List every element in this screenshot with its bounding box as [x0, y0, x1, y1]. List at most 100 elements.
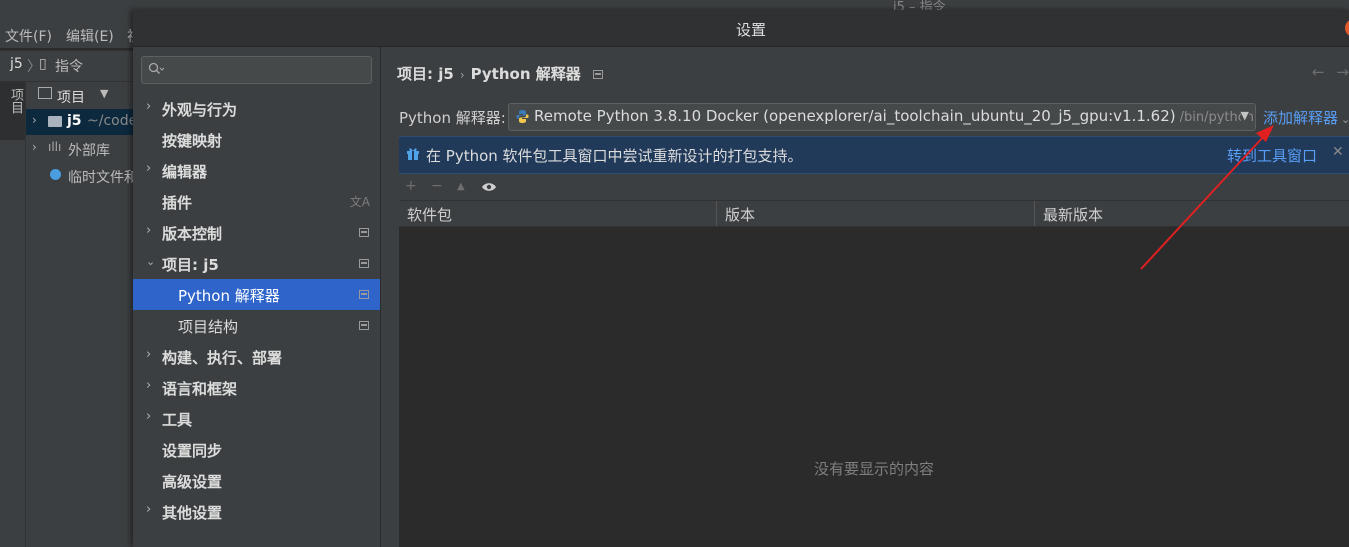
scratch-icon — [50, 169, 61, 180]
project-scope-icon — [359, 290, 369, 299]
menu-edit[interactable]: 编辑(E) — [66, 26, 114, 46]
tool-window-tab-label: 项目 — [8, 88, 23, 114]
project-pane-header[interactable]: 项目 ▼ — [26, 82, 136, 108]
close-icon[interactable]: ✕ — [1332, 144, 1344, 160]
menu-bar: 文件(F) 编辑(E) 视 — [0, 22, 141, 48]
remove-icon[interactable]: − — [431, 178, 443, 194]
chevron-right-icon: › — [146, 99, 152, 114]
nav-label: 项目: j5 — [162, 256, 219, 274]
chevron-right-icon: › — [146, 161, 152, 176]
window-icon — [38, 87, 52, 99]
settings-dialog: 设置 › 外观与行为 按键映射 › 编辑器 插件 文A › 版本控制 ⌄ 项目:… — [133, 10, 1349, 547]
banner-link[interactable]: 转到工具窗口 — [1227, 145, 1317, 166]
history-navigation: ← → — [1300, 63, 1349, 81]
nav-label: 构建、执行、部署 — [162, 349, 283, 367]
forward-arrow-icon[interactable]: → — [1336, 63, 1349, 81]
chevron-right-icon: › — [146, 223, 152, 238]
nav-appearance[interactable]: › 外观与行为 — [133, 93, 380, 124]
column-header-version[interactable]: 版本 — [717, 201, 1035, 226]
dialog-title: 设置 — [735, 21, 766, 39]
tree-label: 外部库 — [68, 143, 110, 159]
folder-icon — [48, 116, 62, 127]
nav-label: 版本控制 — [162, 225, 223, 243]
project-scope-icon — [359, 321, 369, 330]
dialog-title-bar: 设置 — [133, 10, 1349, 47]
tree-row-j5[interactable]: › j5 ~/code — [26, 109, 136, 135]
nav-file[interactable]: 指令 — [55, 56, 83, 76]
nav-python-interpreter[interactable]: Python 解释器 — [133, 279, 380, 310]
project-pane-title: 项目 — [57, 90, 85, 106]
back-arrow-icon[interactable]: ← — [1312, 63, 1325, 81]
upgrade-icon[interactable]: ▲ — [457, 181, 465, 192]
library-icon: ıllı — [48, 140, 62, 154]
settings-sidebar: › 外观与行为 按键映射 › 编辑器 插件 文A › 版本控制 ⌄ 项目: j5… — [133, 47, 381, 547]
nav-label: 外观与行为 — [162, 101, 238, 119]
tree-hint: ~/code — [87, 113, 136, 129]
add-icon[interactable]: + — [405, 178, 417, 194]
nav-settings-sync[interactable]: 设置同步 — [133, 434, 380, 465]
chevron-right-icon: › — [146, 347, 152, 362]
nav-label: 设置同步 — [162, 442, 223, 460]
breadcrumb-parent[interactable]: 项目: j5 — [397, 65, 454, 83]
nav-version-control[interactable]: › 版本控制 — [133, 217, 380, 248]
nav-keymap[interactable]: 按键映射 — [133, 124, 380, 155]
menu-file[interactable]: 文件(F) — [5, 26, 52, 46]
column-header-latest-version[interactable]: 最新版本 — [1035, 201, 1349, 226]
table-header: 软件包 版本 最新版本 — [399, 200, 1349, 227]
nav-project-structure[interactable]: 项目结构 — [133, 310, 380, 341]
chevron-right-icon[interactable]: › — [32, 113, 37, 127]
nav-editor[interactable]: › 编辑器 — [133, 155, 380, 186]
settings-content: 项目: j5 › Python 解释器 ← → Python 解释器: Remote … — [381, 47, 1349, 547]
navigation-bar: j5 〉 ▯ 指令 — [0, 50, 140, 82]
tree-row-scratches[interactable]: 临时文件和 — [26, 163, 136, 189]
notification-banner: 在 Python 软件包工具窗口中尝试重新设计的打包支持。 转到工具窗口 ✕ — [399, 136, 1349, 174]
nav-label: 语言和框架 — [162, 380, 238, 398]
nav-label: Python 解释器 — [178, 287, 280, 305]
dropdown-arrow-icon[interactable]: ▼ — [1240, 109, 1249, 122]
column-header-package[interactable]: 软件包 — [399, 201, 717, 226]
tree-row-external-libs[interactable]: › ıllı 外部库 — [26, 136, 136, 162]
project-scope-icon — [359, 259, 369, 268]
add-interpreter-label: 添加解释器 — [1263, 109, 1339, 127]
file-icon: ▯ — [39, 56, 47, 72]
nav-label: 按键映射 — [162, 132, 223, 150]
chevron-down-icon[interactable]: ▼ — [100, 87, 108, 100]
chevron-down-icon: ⌄ — [1341, 113, 1349, 126]
nav-project[interactable]: j5 — [10, 56, 23, 72]
chevron-right-icon: › — [146, 378, 152, 393]
nav-label: 其他设置 — [162, 504, 223, 522]
nav-advanced-settings[interactable]: 高级设置 — [133, 465, 380, 496]
left-tool-stripe: 项目 — [0, 82, 26, 547]
column-label: 软件包 — [407, 206, 453, 224]
breadcrumb: 项目: j5 › Python 解释器 — [397, 63, 603, 84]
interpreter-label: Python 解释器: — [399, 109, 506, 127]
add-interpreter-link[interactable]: 添加解释器 ⌄ — [1263, 107, 1349, 128]
tool-window-tab-project[interactable]: 项目 — [0, 82, 25, 140]
translate-icon: 文A — [349, 195, 370, 209]
chevron-right-icon: › — [146, 409, 152, 424]
nav-tools[interactable]: › 工具 — [133, 403, 380, 434]
search-icon — [148, 62, 164, 74]
project-scope-icon — [359, 228, 369, 237]
breadcrumb-current: Python 解释器 — [470, 65, 581, 83]
interpreter-select[interactable]: Remote Python 3.8.10 Docker (openexplore… — [508, 103, 1256, 131]
nav-label: 编辑器 — [162, 163, 208, 181]
empty-table-message: 没有要显示的内容 — [813, 460, 934, 478]
nav-label: 插件 — [162, 194, 193, 212]
search-input[interactable] — [141, 56, 372, 84]
nav-plugins[interactable]: 插件 文A — [133, 186, 380, 217]
banner-message: 在 Python 软件包工具窗口中尝试重新设计的打包支持。 — [426, 147, 803, 165]
eye-icon[interactable] — [481, 182, 497, 192]
gift-icon — [407, 148, 419, 160]
package-toolbar: + − ▲ — [399, 174, 1349, 200]
chevron-down-icon: ⌄ — [146, 255, 156, 268]
column-label: 版本 — [725, 206, 756, 224]
chevron-right-icon: › — [459, 68, 465, 82]
column-label: 最新版本 — [1043, 206, 1104, 224]
chevron-right-icon[interactable]: › — [32, 140, 37, 154]
nav-languages-frameworks[interactable]: › 语言和框架 — [133, 372, 380, 403]
nav-other-settings[interactable]: › 其他设置 — [133, 496, 380, 527]
nav-project-j5[interactable]: ⌄ 项目: j5 — [133, 248, 380, 279]
nav-build-execution-deployment[interactable]: › 构建、执行、部署 — [133, 341, 380, 372]
nav-label: 高级设置 — [162, 473, 223, 491]
